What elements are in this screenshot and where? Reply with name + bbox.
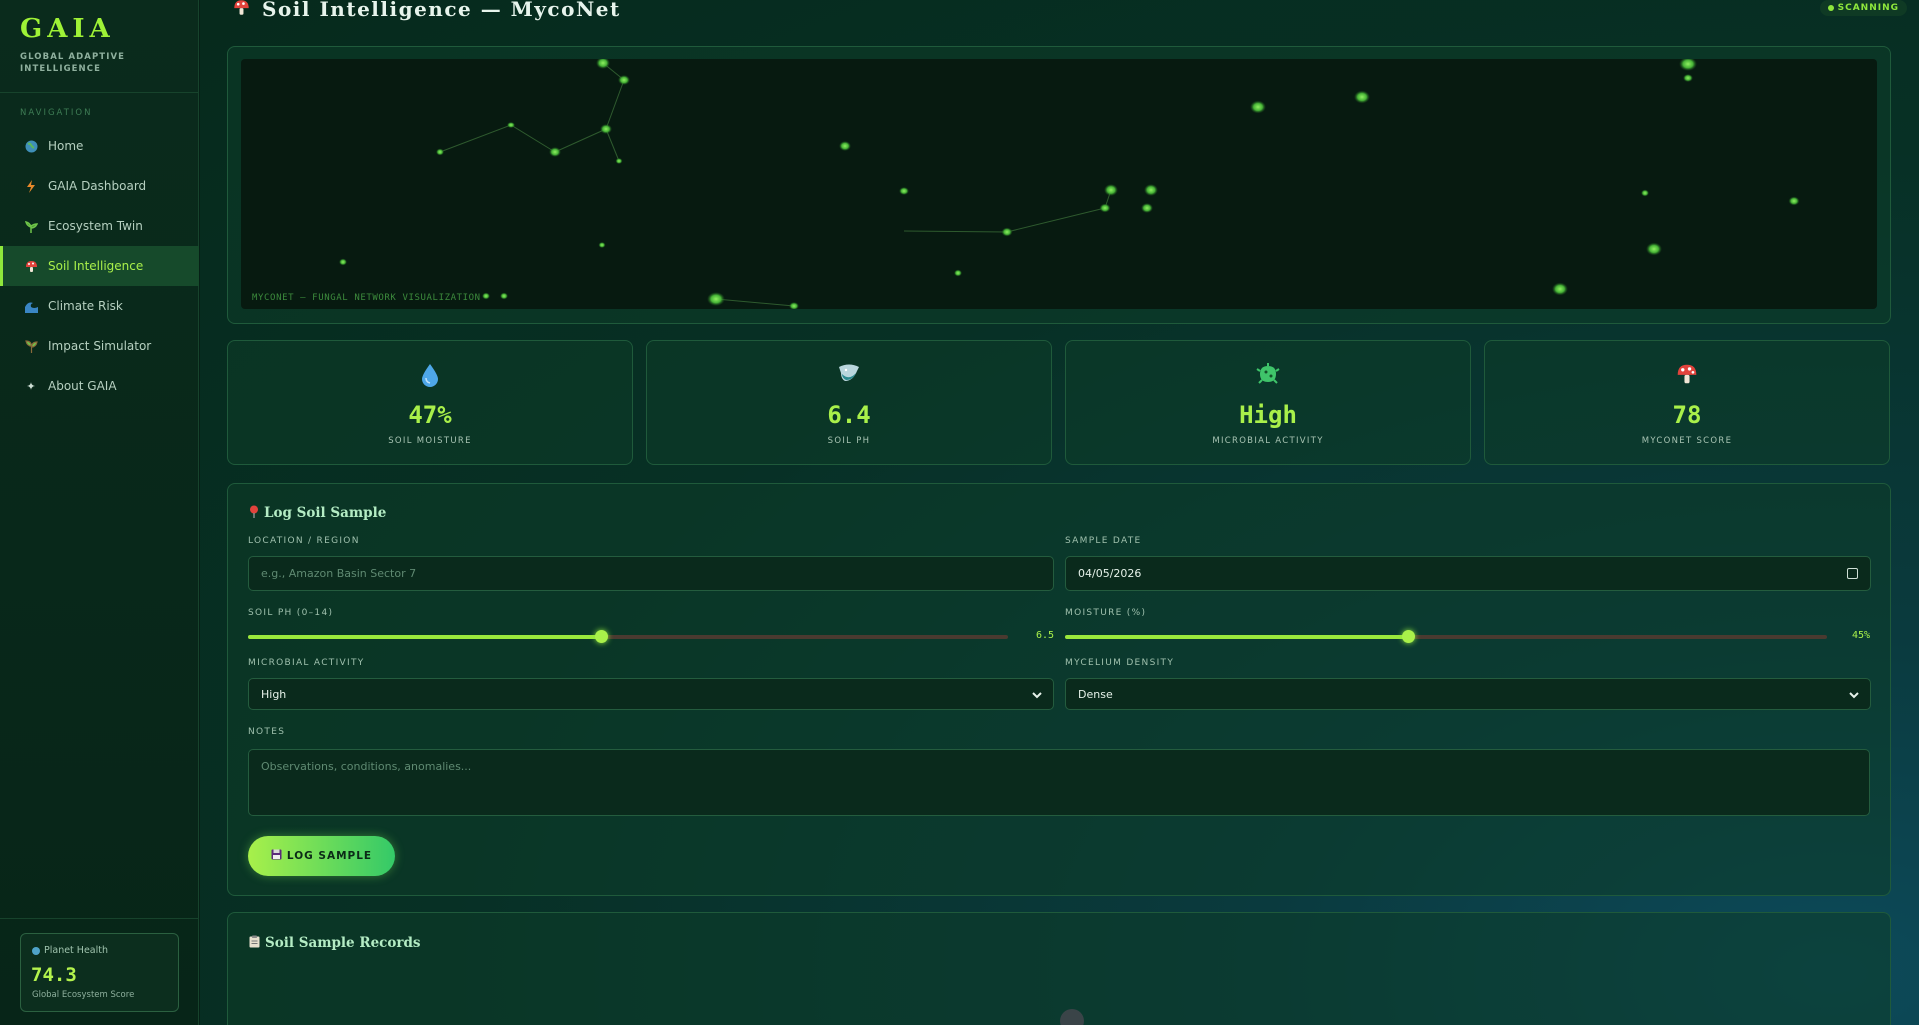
sidebar-item-label: Soil Intelligence: [48, 259, 144, 273]
location-input[interactable]: e.g., Amazon Basin Sector 7: [248, 556, 1054, 591]
sample-date-label: Sample Date: [1065, 536, 1142, 546]
main-content: Soil Intelligence — MycoNet SCANNING MYC…: [200, 0, 1919, 1025]
droplet-icon: [228, 363, 632, 393]
sidebar-nav: Home GAIA Dashboard Ecosystem Twin Soil …: [0, 126, 199, 406]
mycelium-density-label: Mycelium Density: [1065, 658, 1175, 668]
chevron-down-icon: [1032, 692, 1042, 699]
test-tube-icon: [647, 363, 1051, 391]
sidebar-item-soil-intelligence[interactable]: Soil Intelligence: [0, 246, 199, 286]
stat-value: High: [1239, 401, 1297, 429]
stat-value: 47%: [408, 401, 452, 429]
sparkle-icon: ✦: [26, 379, 36, 393]
soil-sample-records-panel: Soil Sample Records: [227, 912, 1891, 1025]
stat-label: MycoNet Score: [1641, 436, 1733, 446]
calendar-icon[interactable]: [1847, 568, 1858, 579]
lightning-icon: [24, 179, 38, 193]
stat-label: Soil pH: [827, 436, 871, 446]
mushroom-icon: [233, 0, 250, 21]
stat-value: 6.4: [827, 401, 871, 429]
slider-thumb[interactable]: [1401, 630, 1415, 643]
network-nodes: [339, 59, 1800, 309]
log-sample-button[interactable]: LOG SAMPLE: [248, 836, 395, 876]
planet-health-label: Planet Health: [32, 945, 108, 956]
microbial-activity-select[interactable]: High: [248, 678, 1054, 710]
app-root: GAIA Global Adaptive Intelligence Naviga…: [0, 0, 1919, 1025]
mushroom-icon: [24, 259, 38, 273]
microbial-activity-label: Microbial Activity: [248, 658, 365, 668]
slider-fill: [1065, 635, 1408, 639]
mushroom-icon: [1485, 363, 1889, 391]
sidebar-item-label: About GAIA: [48, 379, 117, 393]
stat-card-microbial-activity: High Microbial Activity: [1065, 340, 1471, 465]
stat-label: Soil Moisture: [388, 436, 472, 446]
form-title: Log Soil Sample: [249, 505, 386, 521]
location-label: Location / Region: [248, 536, 360, 546]
planet-health-subtitle: Global Ecosystem Score: [32, 990, 135, 1000]
pin-icon: [249, 505, 259, 521]
sidebar-item-home[interactable]: Home: [0, 126, 199, 166]
globe-icon: [24, 139, 38, 153]
slider-fill: [248, 635, 601, 639]
sidebar-divider: [0, 918, 199, 919]
sidebar-item-label: GAIA Dashboard: [48, 179, 147, 193]
brand-logo: GAIA: [20, 14, 115, 44]
sidebar-item-label: Ecosystem Twin: [48, 219, 143, 233]
microbe-icon: [1066, 363, 1470, 391]
floppy-disk-icon: [271, 849, 282, 863]
stat-card-soil-moisture: 47% Soil Moisture: [227, 340, 633, 465]
sample-date-value: 04/05/2026: [1078, 567, 1142, 580]
stat-card-myconet-score: 78 MycoNet Score: [1484, 340, 1890, 465]
moisture-value: 45%: [1851, 630, 1870, 641]
sidebar-divider: [0, 92, 199, 93]
mycelium-density-value: Dense: [1078, 687, 1113, 701]
moisture-slider[interactable]: [1065, 629, 1827, 645]
sidebar-item-gaia-dashboard[interactable]: GAIA Dashboard: [0, 166, 199, 206]
notes-label: Notes: [248, 727, 286, 737]
notes-textarea[interactable]: Observations, conditions, anomalies...: [248, 749, 1870, 816]
status-badge: SCANNING: [1819, 0, 1907, 16]
planet-health-value: 74.3: [31, 964, 77, 986]
microbial-activity-value: High: [261, 687, 287, 701]
chevron-down-icon: [1849, 692, 1859, 699]
page-title: Soil Intelligence — MycoNet: [233, 0, 621, 21]
sidebar-item-ecosystem-twin[interactable]: Ecosystem Twin: [0, 206, 199, 246]
plant-icon: [24, 219, 38, 233]
fungal-network-graph: [339, 59, 1800, 309]
sample-date-input[interactable]: 04/05/2026: [1065, 556, 1871, 591]
soil-ph-slider[interactable]: [248, 629, 1008, 645]
sidebar-item-about-gaia[interactable]: ✦ About GAIA: [0, 366, 199, 406]
fungal-network-canvas[interactable]: MYCONET — FUNGAL NETWORK VISUALIZATION: [241, 59, 1877, 309]
log-soil-sample-form: Log Soil Sample Location / Region e.g., …: [227, 483, 1891, 896]
records-title: Soil Sample Records: [249, 935, 421, 951]
stat-label: Microbial Activity: [1212, 436, 1324, 446]
page-title-text: Soil Intelligence — MycoNet: [262, 0, 621, 21]
soil-ph-label: Soil pH (0–14): [248, 608, 334, 618]
brand-tagline: Global Adaptive Intelligence: [20, 52, 126, 74]
slider-thumb[interactable]: [594, 630, 608, 643]
loading-spinner-icon: [1060, 1009, 1084, 1025]
status-dot-icon: [1827, 5, 1834, 11]
stat-card-soil-ph: 6.4 Soil pH: [646, 340, 1052, 465]
sidebar-item-label: Climate Risk: [48, 299, 123, 313]
seedling-icon: [24, 339, 38, 353]
globe-icon: [32, 946, 40, 955]
planet-health-card: Planet Health 74.3 Global Ecosystem Scor…: [20, 933, 179, 1012]
sidebar-item-impact-simulator[interactable]: Impact Simulator: [0, 326, 199, 366]
sidebar-item-label: Impact Simulator: [48, 339, 152, 353]
stat-value: 78: [1672, 401, 1702, 429]
nav-section-title: Navigation: [20, 108, 93, 118]
soil-ph-value: 6.5: [1035, 630, 1054, 641]
sidebar: GAIA Global Adaptive Intelligence Naviga…: [0, 0, 199, 1025]
moisture-label: Moisture (%): [1065, 608, 1147, 618]
clipboard-icon: [249, 935, 260, 951]
sidebar-item-climate-risk[interactable]: Climate Risk: [0, 286, 199, 326]
myconet-network-panel: MYCONET — FUNGAL NETWORK VISUALIZATION: [227, 46, 1891, 324]
sidebar-item-label: Home: [48, 139, 84, 153]
network-caption: MYCONET — FUNGAL NETWORK VISUALIZATION: [252, 293, 481, 303]
wave-icon: [24, 299, 38, 313]
mycelium-density-select[interactable]: Dense: [1065, 678, 1871, 710]
